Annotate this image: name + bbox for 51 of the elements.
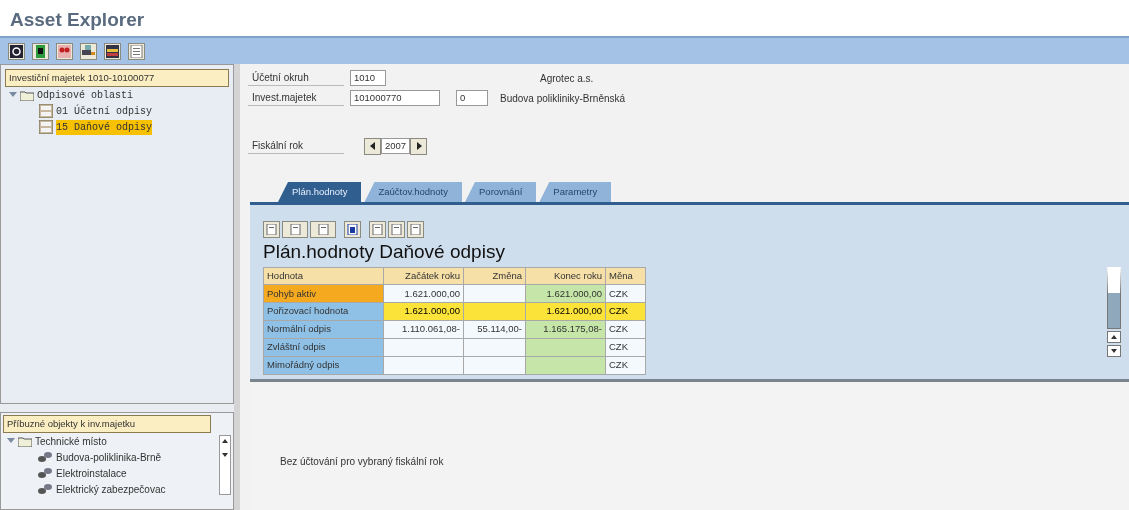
ledger-icon xyxy=(39,120,53,135)
input-field[interactable]: 1010 xyxy=(350,70,386,86)
tree-item[interactable]: Technické místo xyxy=(35,433,107,449)
panel-header: Investiční majetek 1010-10100077 xyxy=(5,69,229,88)
field-label: Účetní okruh xyxy=(248,70,344,86)
link-icon xyxy=(37,450,53,465)
link-icon xyxy=(37,466,53,481)
scroll-up-icon[interactable] xyxy=(1107,330,1121,343)
right-arrow-icon xyxy=(414,142,423,150)
tree-item[interactable]: Budova-poliklinika-Brně xyxy=(56,449,162,465)
tree-item[interactable]: Elektroinstalace xyxy=(56,465,127,481)
left-arrow-icon xyxy=(368,142,377,150)
link-icon xyxy=(37,482,53,497)
year-field[interactable]: 2007 xyxy=(381,138,411,154)
column-header[interactable]: Měna xyxy=(605,267,646,285)
grid-title: Plán.hodnoty Daňové odpisy xyxy=(263,240,506,264)
column-header[interactable]: Hodnota xyxy=(263,267,384,285)
input-field[interactable]: 0 xyxy=(456,90,488,106)
tree-item[interactable]: 01 Účetní odpisy xyxy=(56,103,152,119)
table-icon xyxy=(106,44,119,58)
description-text: Agrotec a.s. xyxy=(540,71,594,86)
previous-button[interactable] xyxy=(364,137,381,155)
info-icon xyxy=(347,224,358,235)
message-text: Bez účtování pro vybraný fiskální rok xyxy=(280,455,444,467)
next-button[interactable] xyxy=(410,137,428,155)
column-header[interactable]: Konec roku xyxy=(525,267,606,285)
tree-item[interactable]: Odpisové oblasti xyxy=(37,87,133,103)
toolbar-button[interactable] xyxy=(104,42,121,60)
page-icon xyxy=(391,224,402,235)
column-header[interactable]: Změna xyxy=(463,267,526,285)
toolbar-button[interactable] xyxy=(344,221,361,238)
tab[interactable]: Parametry xyxy=(539,182,612,202)
scrollbar[interactable] xyxy=(219,435,231,495)
tree-item[interactable]: Elektrický zabezpečovac xyxy=(56,481,166,497)
list-icon xyxy=(130,44,143,58)
window-title: Asset Explorer xyxy=(9,8,146,32)
panel-header: Příbuzné objekty k inv.majetku xyxy=(3,415,211,434)
field-label: Invest.majetek xyxy=(248,90,344,106)
tab[interactable]: Zaúčtov.hodnoty xyxy=(364,182,462,202)
field-label: Fiskální rok xyxy=(248,138,344,154)
document-icon xyxy=(266,224,277,235)
tab[interactable]: Plán.hodnoty xyxy=(278,182,362,202)
tree-item[interactable]: 15 Daňové odpisy xyxy=(56,119,152,135)
document-icon xyxy=(34,44,47,58)
ledger-icon xyxy=(39,104,53,119)
description-text: Budova polikliniky-Brněnská xyxy=(500,91,626,106)
toolbar-button[interactable] xyxy=(32,42,49,60)
input-field[interactable]: 101000770 xyxy=(350,90,440,106)
scroll-down-icon[interactable] xyxy=(1107,344,1121,357)
column-header[interactable]: Začátek roku xyxy=(383,267,464,285)
tab[interactable]: Porovnání xyxy=(465,182,537,202)
